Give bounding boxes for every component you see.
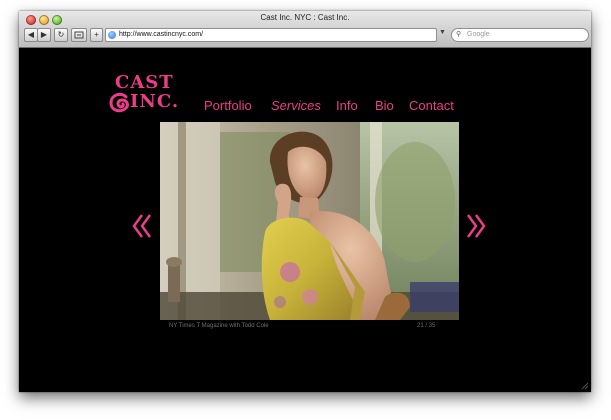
logo-text-cast: CAST [115, 72, 174, 93]
back-arrow-icon: ◀ [27, 30, 35, 39]
search-placeholder: Google [467, 31, 490, 38]
nav-contact[interactable]: Contact [409, 98, 454, 114]
forward-arrow-icon: ▶ [40, 30, 48, 39]
reload-button[interactable]: ↻ [54, 28, 68, 42]
double-chevron-left-icon[interactable] [131, 213, 153, 239]
nav-services[interactable]: Services [271, 98, 321, 114]
nav-portfolio[interactable]: Portfolio [204, 98, 252, 114]
photo-illustration [160, 122, 459, 320]
title-bar: Cast Inc. NYC : Cast Inc. ◀ ▶ ↻ + http:/… [19, 11, 591, 48]
browser-window: Cast Inc. NYC : Cast Inc. ◀ ▶ ↻ + http:/… [19, 11, 591, 392]
slideshow-counter: 21 / 35 [417, 323, 436, 329]
address-bar[interactable]: http://www.castincnyc.com/ [105, 28, 437, 42]
search-icon: ⚲ [456, 31, 462, 38]
double-chevron-right-icon[interactable] [465, 213, 487, 239]
url-dropdown-icon[interactable]: ▼ [439, 29, 446, 36]
url-text: http://www.castincnyc.com/ [119, 31, 204, 38]
resize-grip-icon[interactable] [581, 382, 589, 390]
add-tab-button[interactable]: + [90, 28, 103, 42]
forward-button[interactable]: ▶ [37, 28, 51, 42]
add-bookmark-icon [74, 31, 84, 39]
window-title: Cast Inc. NYC : Cast Inc. [260, 13, 350, 22]
slideshow-photo[interactable] [160, 122, 459, 320]
back-button[interactable]: ◀ [24, 28, 38, 42]
nav-bio[interactable]: Bio [375, 98, 394, 114]
logo-text-inc: INC. [130, 91, 180, 112]
plus-icon: + [94, 30, 99, 39]
search-input[interactable]: ⚲ Google [451, 28, 589, 42]
slideshow-caption: NY Times T Magazine with Todd Cole [169, 323, 269, 329]
reload-icon: ↻ [57, 30, 65, 39]
globe-icon [108, 31, 116, 39]
logo-swirl-icon [109, 92, 129, 113]
bookmark-button[interactable] [71, 28, 87, 42]
nav-info[interactable]: Info [336, 98, 358, 114]
